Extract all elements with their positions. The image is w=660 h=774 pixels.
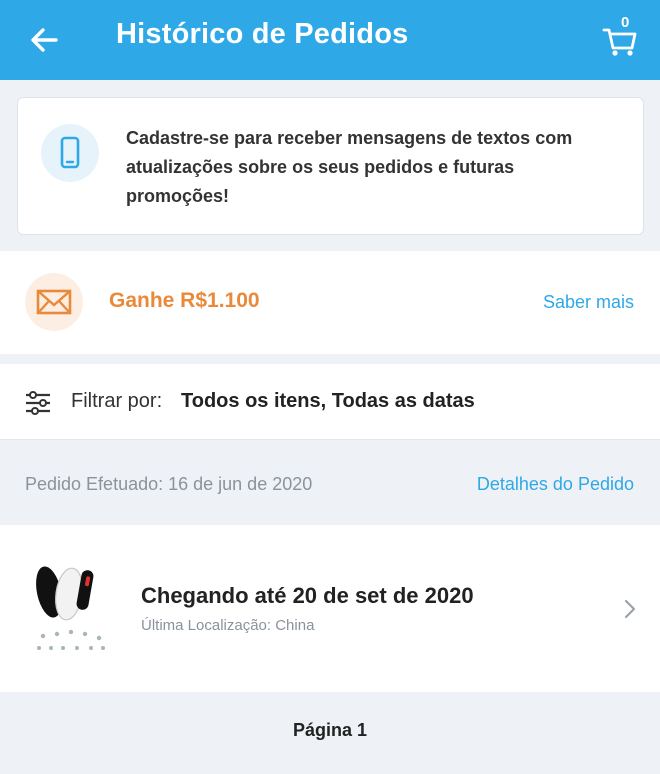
reward-title: Ganhe R$1.100: [109, 289, 260, 312]
pagination-label: Página 1: [292, 720, 368, 740]
envelope-icon: [25, 273, 83, 331]
smartphone-icon: [41, 124, 99, 182]
order-details-link[interactable]: Detalhes do Pedido: [477, 474, 634, 495]
filter-label: Filtrar por:: [71, 390, 163, 412]
cart-count-badge: 0: [621, 14, 630, 31]
smart-band-product-image: [27, 562, 111, 654]
page-title: Histórico de Pedidos: [116, 18, 409, 50]
cart-icon: [602, 28, 637, 56]
learn-more-link[interactable]: Saber mais: [543, 292, 634, 313]
arrow-left-icon: [31, 28, 58, 52]
delivery-estimate: Chegando até 20 de set de 2020: [141, 583, 474, 608]
last-location: Última Localização: China: [141, 617, 315, 634]
order-placed-date: Pedido Efetuado: 16 de jun de 2020: [25, 474, 313, 494]
chevron-right-icon[interactable]: [622, 598, 638, 620]
sliders-icon: [24, 389, 52, 417]
back-button[interactable]: [26, 20, 66, 60]
cart-button[interactable]: [600, 14, 640, 58]
filter-value[interactable]: Todos os itens, Todas as datas: [181, 390, 475, 413]
sms-signup-text: Cadastre-se para receber mensagens de te…: [126, 128, 573, 206]
